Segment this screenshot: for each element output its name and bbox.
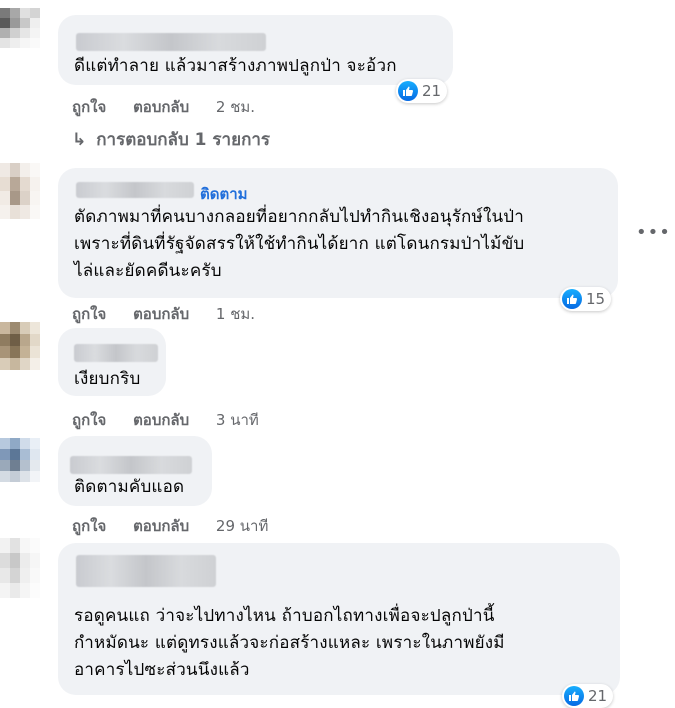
- comment-bubble: ดีแต่ทำลาย แล้วมาสร้างภาพปลูกป่า จะอ้วก: [58, 15, 453, 85]
- timestamp[interactable]: 2 ชม.: [216, 98, 255, 116]
- comment-actions: ถูกใจ ตอบกลับ 2 ชม.: [72, 95, 255, 119]
- reaction-count[interactable]: 15: [560, 287, 612, 311]
- timestamp[interactable]: 3 นาที: [216, 411, 259, 429]
- reply-button[interactable]: ตอบกลับ: [133, 98, 189, 116]
- commenter-name-blurred[interactable]: [70, 456, 192, 474]
- comment-actions: ถูกใจ ตอบกลับ 3 นาที: [72, 408, 259, 432]
- reaction-count-value: 21: [422, 82, 442, 100]
- commenter-name-blurred[interactable]: [76, 33, 266, 51]
- avatar[interactable]: [0, 438, 40, 482]
- comment-bubble: ติดตาม ตัดภาพมาที่คนบางกลอยที่อยากกลับไป…: [58, 168, 618, 298]
- commenter-name-blurred[interactable]: [76, 182, 194, 198]
- comment-text: ดีแต่ทำลาย แล้วมาสร้างภาพปลูกป่า จะอ้วก: [74, 56, 397, 76]
- comment-text: รอดูคนแถ ว่าจะไปทางไหน ถ้าบอกไถทางเพื่อจ…: [74, 606, 505, 680]
- like-button[interactable]: ถูกใจ: [72, 98, 106, 116]
- comment-bubble: ติดตามคับแอด: [58, 436, 212, 506]
- reply-button[interactable]: ตอบกลับ: [133, 517, 189, 535]
- commenter-name-blurred[interactable]: [74, 344, 158, 362]
- comment-actions: ถูกใจ ตอบกลับ 1 ชม.: [72, 302, 255, 326]
- like-icon: [564, 686, 584, 706]
- like-button[interactable]: ถูกใจ: [72, 305, 106, 323]
- reply-button[interactable]: ตอบกลับ: [133, 305, 189, 323]
- reaction-count-value: 21: [588, 687, 608, 705]
- reply-button[interactable]: ตอบกลับ: [133, 411, 189, 429]
- like-button[interactable]: ถูกใจ: [72, 517, 106, 535]
- reply-arrow-icon: ↳: [72, 130, 87, 150]
- view-replies-link[interactable]: ↳ การตอบกลับ 1 รายการ: [72, 126, 270, 153]
- view-replies-label: การตอบกลับ 1 รายการ: [96, 130, 271, 150]
- like-button[interactable]: ถูกใจ: [72, 411, 106, 429]
- like-icon: [562, 289, 582, 309]
- reaction-count-value: 15: [586, 290, 606, 308]
- comment-text: ติดตามคับแอด: [74, 477, 185, 497]
- timestamp[interactable]: 29 นาที: [216, 517, 268, 535]
- reaction-count[interactable]: 21: [562, 684, 614, 708]
- reaction-count[interactable]: 21: [396, 79, 448, 103]
- timestamp[interactable]: 1 ชม.: [216, 305, 255, 323]
- follow-link[interactable]: ติดตาม: [200, 182, 248, 206]
- comment-text: ตัดภาพมาที่คนบางกลอยที่อยากกลับไปทำกินเช…: [74, 207, 525, 281]
- comment-bubble: รอดูคนแถ ว่าจะไปทางไหน ถ้าบอกไถทางเพื่อจ…: [58, 543, 620, 695]
- avatar[interactable]: [0, 538, 40, 598]
- comment-bubble: เงียบกริบ: [58, 328, 166, 396]
- like-icon: [398, 81, 418, 101]
- avatar[interactable]: [0, 163, 40, 219]
- avatar[interactable]: [0, 8, 40, 48]
- avatar[interactable]: [0, 322, 40, 370]
- comment-text: เงียบกริบ: [74, 369, 141, 389]
- commenter-name-blurred[interactable]: [76, 555, 216, 587]
- more-options-icon[interactable]: •••: [636, 222, 671, 243]
- comment-actions: ถูกใจ ตอบกลับ 29 นาที: [72, 514, 268, 538]
